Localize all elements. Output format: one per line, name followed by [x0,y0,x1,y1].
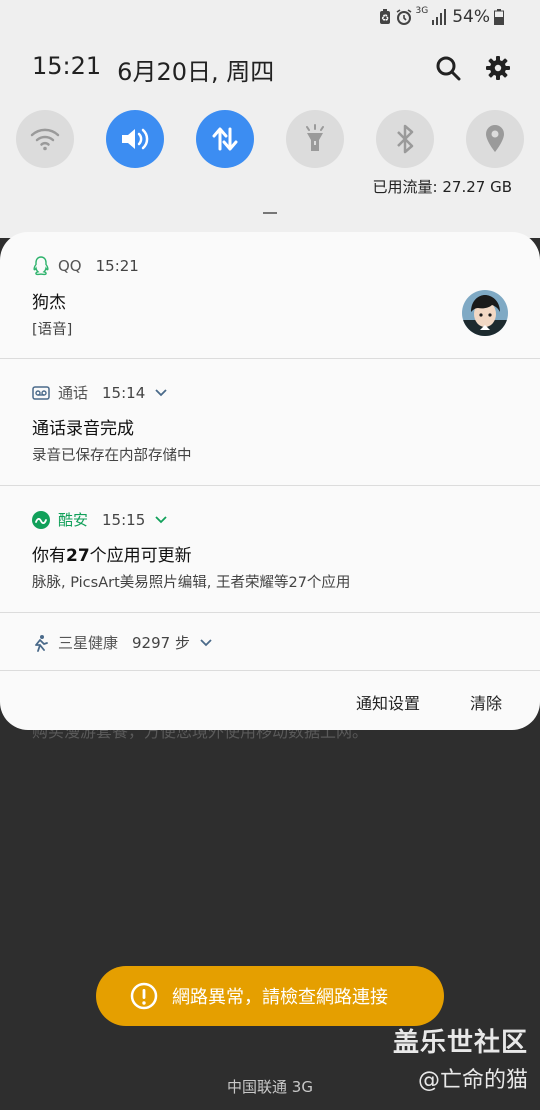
mobile-data-toggle[interactable] [196,110,254,168]
notification-settings-button[interactable]: 通知设置 [356,690,420,714]
chevron-down-icon[interactable] [200,638,212,647]
battery-percent: 54% [452,7,490,27]
watermark-title: 盖乐世社区 [392,1028,528,1058]
title-prefix: 你有 [32,546,66,566]
notification-title: 你有27个应用可更新 [32,541,192,566]
quick-panel: ♻ 3G 54% 15:21 6月20日, 周四 已用流量: 27.27 GB [0,0,540,238]
notification-qq[interactable]: QQ 15:21 狗杰 [语音] [0,232,540,359]
data-arrows-icon [212,127,238,151]
status-bar: ♻ 3G 54% [378,6,504,28]
notification-actions: 通知设置 清除 [0,672,540,730]
app-name: 通话 [58,384,89,402]
notification-time: 15:14 [102,383,146,402]
battery-icon [494,9,504,25]
network-error-toast: 網路異常，請檢查網路連接 [96,966,444,1026]
update-count: 27 [66,546,90,566]
recorder-icon [32,385,50,400]
notification-coolapk[interactable]: 酷安 15:15 你有27个应用可更新 脉脉, PicsArt美易照片编辑, 王… [0,485,540,613]
wifi-toggle[interactable] [16,110,74,168]
notification-header: 三星健康 9297 步 [32,632,212,653]
coolapk-icon [32,510,50,529]
notification-body: 录音已保存在内部存储中 [32,448,192,464]
alert-icon [130,982,158,1010]
notification-call-recording[interactable]: 通话 15:14 通话录音完成 录音已保存在内部存储中 [0,358,540,486]
panel-handle[interactable] [263,212,277,214]
app-name: 三星健康 [58,634,119,652]
wifi-icon [30,128,60,151]
notification-samsung-health[interactable]: 三星健康 9297 步 [0,612,540,671]
notification-body: [语音] [32,322,73,338]
flashlight-icon [306,124,324,151]
gear-icon[interactable] [482,52,514,84]
bluetooth-toggle[interactable] [376,110,434,168]
step-count: 9297 步 [132,634,190,652]
flashlight-toggle[interactable] [286,110,344,168]
location-toggle[interactable] [466,110,524,168]
notification-title: 狗杰 [32,293,66,313]
notification-header: 通话 15:14 [32,382,167,403]
data-usage: 已用流量: 27.27 GB [372,178,512,196]
bluetooth-icon [397,124,414,154]
network-type: 3G [415,6,429,16]
avatar [462,290,508,336]
app-name: QQ [58,257,82,275]
chevron-down-icon[interactable] [155,388,167,397]
volume-icon [122,128,149,150]
qq-icon [33,256,49,276]
clear-button[interactable]: 清除 [470,690,502,714]
datetime: 15:21 6月20日, 周四 [32,52,274,87]
notification-card: QQ 15:21 狗杰 [语音] 通话 15:14 通话录音完成 录音已保存在内 [0,232,540,730]
carrier-label: 中国联通 3G [227,1078,313,1096]
quick-settings-row [0,110,540,170]
battery-saver-icon: ♻ [379,9,390,24]
alarm-icon [396,9,411,25]
clock: 15:21 [32,52,102,80]
search-icon[interactable] [432,52,464,84]
samsung-health-icon [35,634,48,652]
signal-icon [432,9,447,25]
toast-text: 網路異常，請檢查網路連接 [172,987,388,1008]
app-name: 酷安 [58,511,89,529]
chevron-down-icon[interactable] [155,515,167,524]
notification-header: 酷安 15:15 [32,509,167,530]
location-icon [486,125,504,152]
sound-toggle[interactable] [106,110,164,168]
notification-body: 脉脉, PicsArt美易照片编辑, 王者荣耀等27个应用 [32,575,351,591]
notification-time: 15:21 [95,257,139,275]
notification-title: 通话录音完成 [32,419,134,439]
notification-time: 15:15 [102,510,146,529]
date: 6月20日, 周四 [117,58,275,86]
svg-text:♻: ♻ [380,14,388,24]
notification-header: QQ 15:21 [32,256,139,276]
title-suffix: 个应用可更新 [89,546,192,566]
